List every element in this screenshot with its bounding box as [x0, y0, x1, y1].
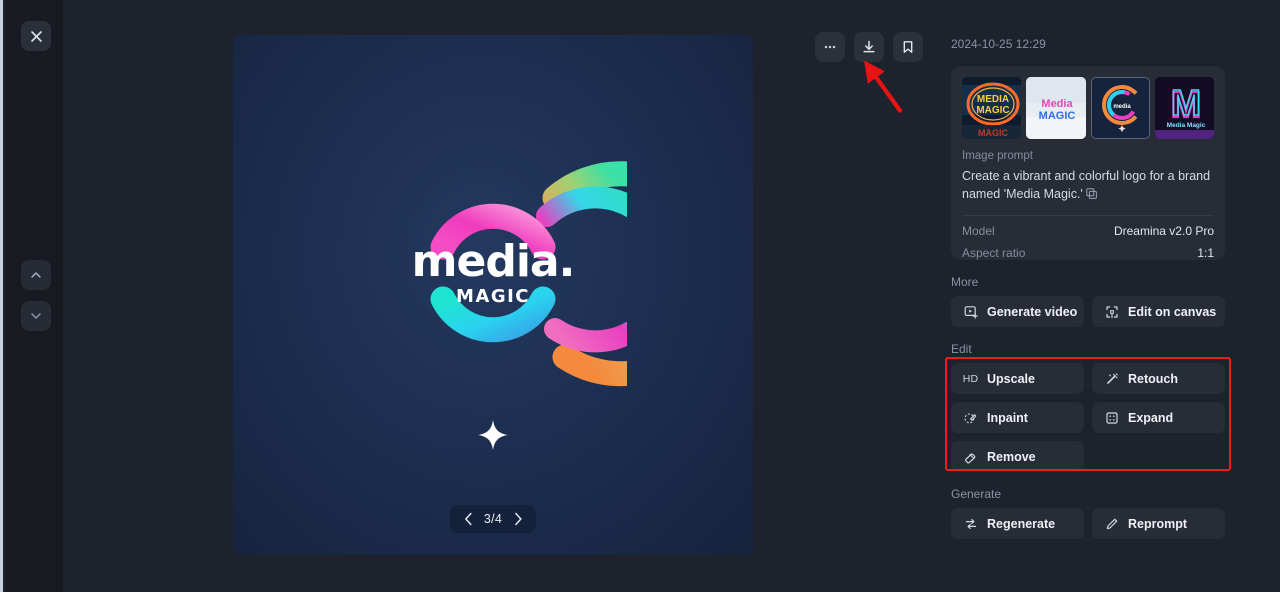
section-title-generate: Generate [951, 487, 1002, 501]
pagination-next-button[interactable] [510, 509, 526, 529]
image-toolbar [815, 32, 923, 62]
video-frame-icon [963, 305, 978, 319]
prompt-value: Create a vibrant and colorful logo for a… [962, 167, 1214, 204]
left-rail [6, 0, 63, 592]
close-icon [30, 30, 42, 42]
media-magic-logo: media. MAGIC [359, 139, 627, 407]
prompt-info-card: MEDIA MAGIC MAGIC Media MAGIC media M M … [951, 66, 1225, 260]
edit-on-canvas-label: Edit on canvas [1128, 304, 1217, 319]
crop-frame-icon [1104, 305, 1119, 319]
section-title-edit: Edit [951, 342, 972, 356]
generate-button-group: Regenerate Reprompt [951, 508, 1225, 539]
thumbnail-3d-text[interactable]: Media MAGIC [1026, 77, 1086, 139]
inpaint-label: Inpaint [987, 410, 1028, 425]
pencil-icon [1104, 517, 1119, 531]
generate-video-button[interactable]: Generate video [951, 296, 1084, 327]
thumbnail-strip: MEDIA MAGIC MAGIC Media MAGIC media M M … [962, 77, 1214, 139]
regenerate-button[interactable]: Regenerate [951, 508, 1084, 539]
retouch-button[interactable]: Retouch [1092, 363, 1225, 394]
meta-value-aspect-ratio: 1:1 [1197, 246, 1214, 260]
svg-text:Media Magic: Media Magic [1166, 122, 1205, 129]
bookmark-button[interactable] [893, 32, 923, 62]
expand-icon [1104, 411, 1119, 425]
regenerate-label: Regenerate [987, 516, 1056, 531]
magic-wand-icon [1104, 372, 1119, 386]
hd-icon: HD [962, 372, 979, 385]
logo-rings-icon [430, 161, 627, 387]
meta-value-model: Dreamina v2.0 Pro [1113, 224, 1214, 238]
more-options-button[interactable] [815, 32, 845, 62]
edit-on-canvas-button[interactable]: Edit on canvas [1092, 296, 1225, 327]
svg-text:MAGIC: MAGIC [1039, 110, 1076, 122]
download-icon [863, 40, 875, 53]
generation-timestamp: 2024-10-25 12:29 [951, 37, 1046, 51]
previous-image-button[interactable] [21, 260, 51, 290]
expand-button[interactable]: Expand [1092, 402, 1225, 433]
download-button[interactable] [854, 32, 884, 62]
refresh-icon [963, 517, 978, 531]
thumbnail-neon-sign[interactable]: MEDIA MAGIC MAGIC [962, 77, 1022, 139]
retouch-label: Retouch [1128, 371, 1178, 386]
remove-label: Remove [987, 449, 1036, 464]
chevron-left-icon [464, 512, 472, 526]
close-button[interactable] [21, 21, 51, 51]
reprompt-button[interactable]: Reprompt [1092, 508, 1225, 539]
bookmark-icon [903, 41, 913, 53]
thumbnail-circle-logo[interactable]: media [1090, 77, 1150, 139]
reprompt-label: Reprompt [1128, 516, 1188, 531]
more-button-group: Generate video Edit on canvas [951, 296, 1225, 327]
meta-row-model: Model Dreamina v2.0 Pro [962, 216, 1214, 238]
pagination-prev-button[interactable] [460, 509, 476, 529]
section-title-more: More [951, 275, 979, 289]
meta-row-aspect-ratio: Aspect ratio 1:1 [962, 238, 1214, 260]
svg-text:MAGIC: MAGIC [978, 128, 1008, 138]
edit-section-wrapper: HD Upscale Retouch Inpaint Expand Remove [937, 357, 1269, 472]
brush-icon [963, 411, 978, 425]
expand-label: Expand [1128, 410, 1174, 425]
sparkle-icon [478, 420, 508, 450]
image-pagination: 3/4 [449, 505, 537, 533]
inpaint-button[interactable]: Inpaint [951, 402, 1084, 433]
eraser-icon [963, 450, 978, 464]
more-horizontal-icon [824, 45, 836, 49]
copy-prompt-button[interactable] [1086, 186, 1097, 204]
prompt-label: Image prompt [962, 150, 1033, 162]
remove-button[interactable]: Remove [951, 441, 1084, 472]
svg-text:Media: Media [1042, 98, 1074, 110]
chevron-right-icon [514, 512, 522, 526]
copy-icon [1086, 188, 1097, 199]
thumbnail-neon-m[interactable]: M M Media Magic [1154, 77, 1214, 139]
svg-text:media: media [1113, 104, 1131, 110]
image-stage: media. MAGIC 3/4 [63, 0, 923, 592]
edit-button-group: HD Upscale Retouch Inpaint Expand Remove [951, 363, 1225, 472]
svg-text:M: M [1171, 82, 1201, 123]
svg-text:MAGIC: MAGIC [976, 105, 1009, 116]
chevron-up-icon [31, 272, 41, 278]
pagination-label: 3/4 [483, 512, 503, 526]
main-image-canvas[interactable]: media. MAGIC 3/4 [233, 35, 753, 555]
next-image-button[interactable] [21, 301, 51, 331]
upscale-button[interactable]: HD Upscale [951, 363, 1084, 394]
svg-text:MEDIA: MEDIA [977, 94, 1009, 105]
meta-key-model: Model [962, 224, 995, 238]
upscale-label: Upscale [987, 371, 1035, 386]
meta-key-aspect-ratio: Aspect ratio [962, 246, 1026, 260]
details-panel: 2024-10-25 12:29 MEDIA MAGIC MAGIC Media… [923, 0, 1280, 592]
chevron-down-icon [31, 313, 41, 319]
image-viewer-app: media. MAGIC 3/4 2024-10-25 12:29 MEDIA … [0, 0, 1280, 592]
generate-video-label: Generate video [987, 304, 1078, 319]
